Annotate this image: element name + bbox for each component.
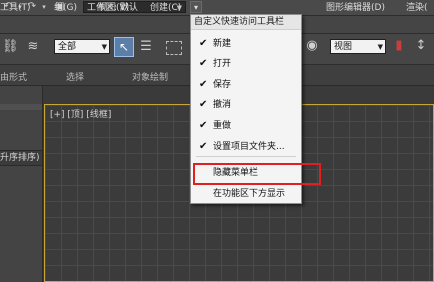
select-by-name-icon[interactable]: ☰ <box>138 39 154 55</box>
panel-header-bar <box>0 104 42 110</box>
reference-coordinate-dropdown[interactable]: 视图 ▼ <box>330 39 386 54</box>
selection-filter-dropdown[interactable]: 全部 ▼ <box>54 39 110 54</box>
ribbon-tab-object-paint[interactable]: 对象绘制 <box>132 70 168 83</box>
menu-item-save[interactable]: ✔ 保存 <box>191 77 301 93</box>
ribbon-tab-freeform[interactable]: 由形式 <box>0 70 27 83</box>
view-dropdown-value: 视图 <box>334 42 353 52</box>
reference-coordinate-icon[interactable]: ◉ <box>300 38 324 54</box>
check-icon: ✔ <box>199 38 208 49</box>
menu-item-open[interactable]: ✔ 打开 <box>191 56 301 72</box>
menu-header: 自定义快速访问工具栏 <box>191 15 301 30</box>
menu-item-undo[interactable]: ✔ 撤消 <box>191 97 301 113</box>
check-icon: ✔ <box>199 141 208 152</box>
menu-item-label: 保存 <box>213 80 232 90</box>
menu-group[interactable]: 组(G) <box>54 2 77 15</box>
menu-item-label: 在功能区下方显示 <box>213 189 286 199</box>
rectangular-selection-icon[interactable] <box>166 41 182 55</box>
bind-space-warp-icon[interactable]: ≋ <box>24 39 42 55</box>
check-icon: ✔ <box>199 99 208 110</box>
pivot-icon[interactable]: ▮ <box>390 38 408 54</box>
select-and-manipulate-icon[interactable]: ↕ <box>412 38 430 54</box>
chevron-down-icon: ▼ <box>377 43 383 51</box>
menu-item-label: 新建 <box>213 39 232 49</box>
check-icon: ✔ <box>199 58 208 69</box>
chevron-down-icon: ▼ <box>101 43 107 51</box>
menu-create[interactable]: 创建(C) <box>150 2 181 15</box>
menu-item-new[interactable]: ✔ 新建 <box>191 36 301 52</box>
ribbon-tab-selection[interactable]: 选择 <box>66 70 84 83</box>
link-icon[interactable]: ⛓ <box>2 39 19 55</box>
sort-column-header[interactable]: 升序排序) <box>0 150 42 166</box>
check-icon: ✔ <box>199 120 208 131</box>
select-object-icon[interactable]: ↖ <box>114 37 134 57</box>
viewport-label[interactable]: [+] [顶] [线框] <box>50 107 111 120</box>
menu-graph-editors[interactable]: 图形编辑器(D) <box>326 2 385 15</box>
menu-item-set-project-folder[interactable]: ✔ 设置项目文件夹... <box>191 139 301 155</box>
menu-item-show-below-ribbon[interactable]: 在功能区下方显示 <box>191 186 301 202</box>
redo-dropdown-icon[interactable]: ▾ <box>38 1 50 13</box>
menu-rendering[interactable]: 渲染( <box>406 2 428 15</box>
selection-filter-value: 全部 <box>58 42 77 52</box>
highlight-annotation-box <box>193 163 321 185</box>
menu-tools[interactable]: 工具(T) <box>0 2 31 15</box>
menu-separator <box>196 156 296 157</box>
menu-item-redo[interactable]: ✔ 重做 <box>191 118 301 134</box>
customize-quick-access-button[interactable]: ▾ <box>190 1 202 13</box>
menu-item-label: 设置项目文件夹... <box>213 142 285 152</box>
menu-item-label: 打开 <box>213 59 232 69</box>
menu-item-label: 重做 <box>213 121 232 131</box>
scene-explorer-panel <box>0 86 43 282</box>
check-icon: ✔ <box>199 79 208 90</box>
menu-item-label: 撤消 <box>213 100 232 110</box>
menu-views[interactable]: 视图(V) <box>98 2 129 15</box>
